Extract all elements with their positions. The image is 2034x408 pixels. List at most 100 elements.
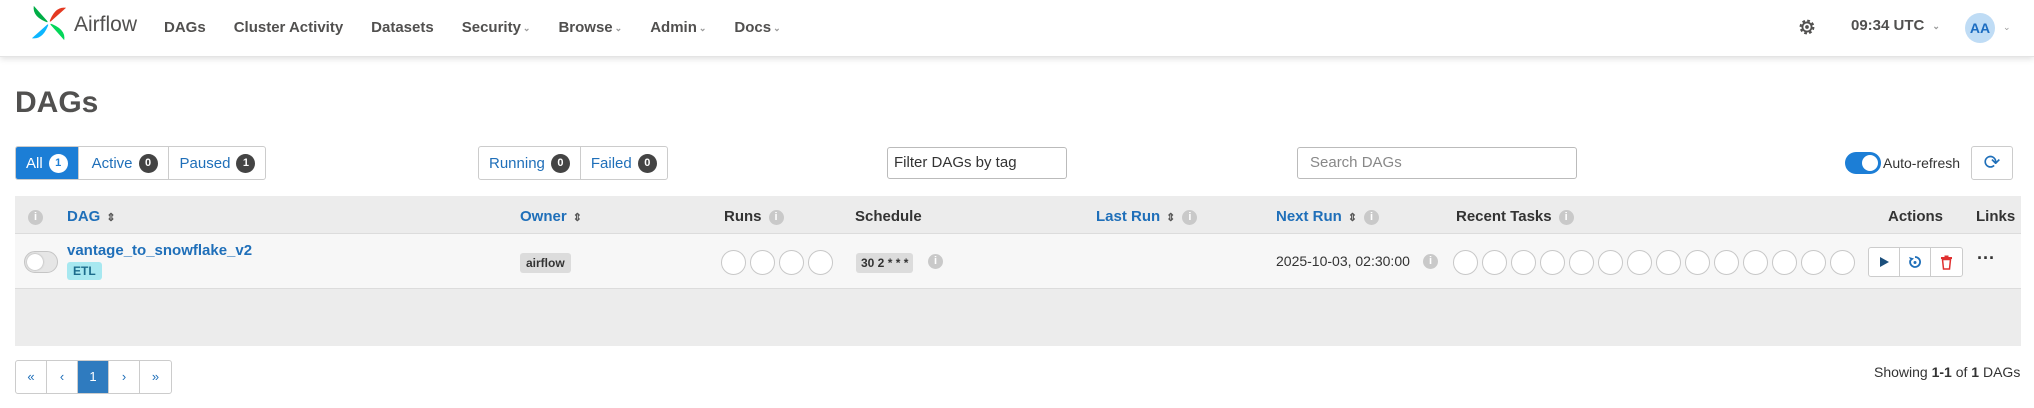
dag-id-link[interactable]: vantage_to_snowflake_v2 [67, 242, 252, 259]
showing-prefix: Showing [1874, 364, 1928, 380]
filter-failed-label: Failed [590, 154, 632, 172]
showing-total: 1 [1971, 364, 1980, 380]
auto-refresh-toggle[interactable] [1845, 152, 1881, 174]
dag-actions [1868, 247, 1963, 277]
task-status-circle[interactable] [1685, 250, 1710, 275]
refresh-icon: ⟳ [1983, 152, 2001, 174]
column-header-schedule: Schedule [855, 208, 922, 225]
nav-admin-label: Admin [650, 18, 697, 36]
info-icon[interactable]: i [1182, 210, 1198, 225]
task-status-circle[interactable] [1540, 250, 1565, 275]
column-header-last-run[interactable]: Last Run ⇕ i [1096, 208, 1198, 225]
pause-toggle[interactable] [24, 251, 58, 273]
task-status-circle[interactable] [1830, 250, 1855, 275]
column-header-links: Links [1976, 208, 2016, 225]
search-input[interactable]: Search DAGs [1297, 147, 1577, 179]
gear-icon[interactable] [1796, 16, 1818, 38]
more-links-icon[interactable]: ··· [1977, 248, 1995, 269]
chevron-down-icon: ⌄ [773, 22, 781, 33]
delete-dag-button[interactable] [1931, 248, 1962, 276]
column-header-recent-tasks: Recent Tasks i [1456, 208, 1574, 225]
column-header-runs-label: Runs [724, 208, 762, 225]
column-header-next-run[interactable]: Next Run ⇕ i [1276, 208, 1380, 225]
info-icon[interactable]: i [1558, 210, 1574, 225]
pagination-prev[interactable]: ‹ [47, 361, 78, 393]
avatar[interactable]: AA [1965, 13, 1995, 43]
task-status-circle[interactable] [1656, 250, 1681, 275]
nav-dags[interactable]: DAGs [150, 19, 220, 36]
pagination: « ‹ 1 › » [15, 360, 172, 394]
task-status-circle[interactable] [1482, 250, 1507, 275]
task-status-circle[interactable] [1569, 250, 1594, 275]
filter-running-button[interactable]: Running 0 [479, 147, 581, 179]
nav-docs[interactable]: Docs ⌄ [720, 19, 794, 36]
tag-filter-input[interactable]: Filter DAGs by tag [887, 147, 1067, 179]
current-time[interactable]: 09:34 UTC ⌄ [1851, 17, 1940, 34]
task-status-circle[interactable] [1598, 250, 1623, 275]
toggle-knob [27, 254, 43, 270]
run-status-circle[interactable] [721, 250, 746, 275]
pagination-next[interactable]: › [109, 361, 140, 393]
task-status-circle[interactable] [1772, 250, 1797, 275]
filter-all-label: All [26, 154, 43, 172]
run-status-circle[interactable] [779, 250, 804, 275]
next-run-value: 2025-10-03, 02:30:00 [1276, 253, 1410, 269]
trigger-dag-button[interactable] [1869, 248, 1900, 276]
column-header-owner[interactable]: Owner ⇕ [520, 208, 582, 225]
nav-security[interactable]: Security ⌄ [448, 19, 545, 36]
chevron-down-icon[interactable]: ⌄ [2003, 22, 2011, 33]
play-icon [1880, 257, 1889, 267]
nav-cluster-activity[interactable]: Cluster Activity [220, 19, 357, 36]
filter-active-label: Active [91, 154, 133, 172]
chevron-down-icon: ⌄ [698, 22, 707, 33]
sort-icon: ⇕ [1347, 212, 1358, 224]
nav-admin[interactable]: Admin ⌄ [636, 19, 720, 36]
pagination-last[interactable]: » [140, 361, 171, 393]
refresh-button[interactable]: ⟳ [1971, 146, 2013, 180]
column-header-last-run-label: Last Run [1096, 208, 1161, 225]
info-icon[interactable]: i [1423, 254, 1438, 269]
info-icon[interactable]: i [1364, 210, 1380, 225]
info-icon[interactable]: i [768, 210, 784, 225]
nav-datasets[interactable]: Datasets [357, 19, 448, 36]
brand[interactable]: Airflow [30, 5, 137, 45]
toggle-knob [1862, 155, 1878, 171]
top-navbar: Airflow DAGs Cluster Activity Datasets S… [0, 0, 2034, 57]
run-status-circle[interactable] [750, 250, 775, 275]
filter-paused-button[interactable]: Paused 1 [169, 147, 266, 179]
sort-icon: ⇕ [106, 212, 116, 224]
task-status-circle[interactable] [1714, 250, 1739, 275]
showing-range: 1-1 [1931, 364, 1952, 380]
filter-all-button[interactable]: All 1 [16, 147, 79, 179]
info-icon[interactable]: i [928, 254, 943, 269]
schedule-badge: 30 2 * * * [856, 253, 914, 273]
task-status-circle[interactable] [1801, 250, 1826, 275]
nav-docs-label: Docs [734, 18, 772, 36]
status-filter-group: All 1 Active 0 Paused 1 [15, 146, 267, 180]
nav-dags-label: DAGs [164, 18, 206, 36]
filter-active-button[interactable]: Active 0 [79, 147, 169, 179]
task-status-circle[interactable] [1453, 250, 1478, 275]
refresh-dag-button[interactable] [1900, 248, 1931, 276]
pagination-current-page[interactable]: 1 [78, 361, 109, 393]
column-header-dag[interactable]: DAG ⇕ [67, 208, 116, 225]
nav-security-label: Security [461, 18, 521, 36]
auto-refresh-label: Auto-refresh [1883, 155, 1961, 171]
dag-tag[interactable]: ETL [67, 262, 102, 280]
nav-cluster-activity-label: Cluster Activity [233, 18, 344, 36]
pagination-first[interactable]: « [16, 361, 47, 393]
task-status-circle[interactable] [1627, 250, 1652, 275]
nav-browse[interactable]: Browse ⌄ [544, 19, 636, 36]
filter-all-count: 1 [48, 153, 68, 173]
filter-failed-button[interactable]: Failed 0 [581, 147, 667, 179]
nav-datasets-label: Datasets [371, 18, 434, 36]
filter-running-label: Running [489, 154, 545, 172]
run-status-circle[interactable] [808, 250, 833, 275]
task-status-circle[interactable] [1511, 250, 1536, 275]
owner-badge[interactable]: airflow [520, 253, 571, 273]
task-status-circle[interactable] [1743, 250, 1768, 275]
nav-browse-label: Browse [558, 18, 613, 36]
column-header-dag-label: DAG [67, 208, 101, 225]
filter-paused-label: Paused [179, 154, 231, 172]
page-title: DAGs [15, 86, 99, 119]
